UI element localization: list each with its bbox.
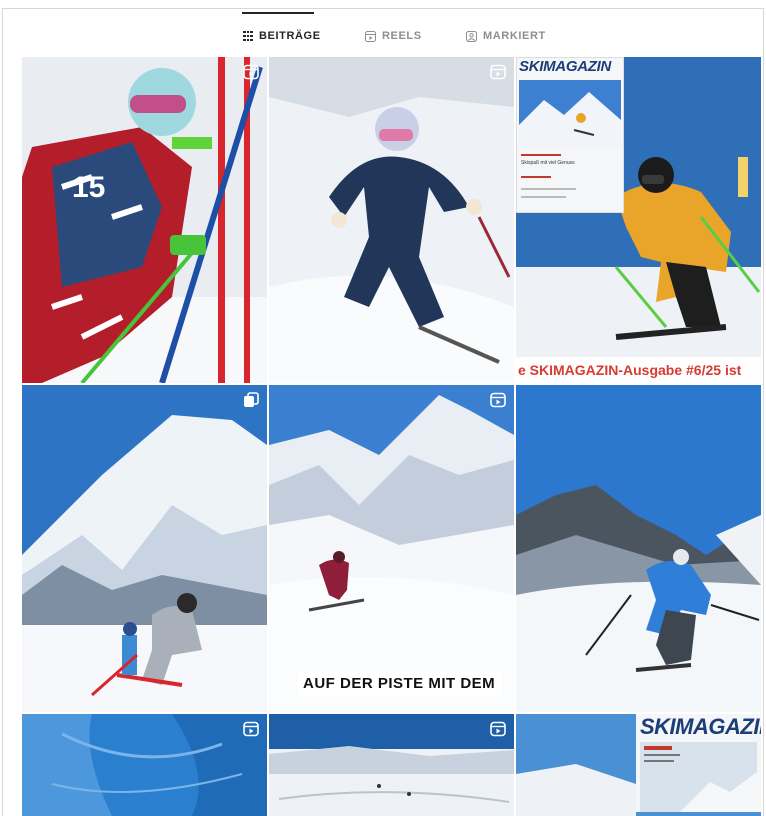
reel-badge-icon [490, 721, 506, 737]
issue-ticker: e SKIMAGAZIN-Ausgabe #6/25 ist [516, 357, 761, 383]
svg-text:15: 15 [72, 171, 105, 204]
magazine-cover-title: SKIMAGAZIN [640, 714, 761, 739]
grid-icon [243, 31, 253, 41]
tab-reels-label: REELS [382, 30, 422, 42]
active-tab-indicator [242, 12, 314, 14]
tab-posts[interactable]: BEITRÄGE [243, 24, 321, 48]
post-tile-powder-slope[interactable] [22, 714, 267, 816]
tab-tagged[interactable]: MARKIERT [466, 24, 546, 48]
post-tile-mountain-duo[interactable] [22, 385, 267, 712]
cover-text-line [521, 196, 566, 198]
carousel-badge-icon [244, 392, 259, 407]
magazine-cover: SKIMAGAZIN [636, 714, 761, 812]
cover-text-line [521, 188, 576, 190]
post-tile-slalom-racer[interactable]: 15 [22, 57, 267, 383]
reel-badge-icon [490, 392, 506, 408]
powder-slope-photo [22, 714, 267, 816]
tab-tagged-label: MARKIERT [483, 30, 546, 42]
slalom-racer-photo: 15 [22, 57, 267, 383]
post-tile-magazine-issue[interactable]: SKIMAGAZIN Skispaß mit viel Genuss e SKI… [516, 57, 761, 383]
cover-accent-line [521, 154, 561, 156]
post-tile-piste-skier[interactable]: AUF DER PISTE MIT DEM [269, 385, 514, 712]
post-tile-skier-navy[interactable] [269, 57, 514, 383]
cover-headline: Skispaß mit viel Genuss [521, 160, 575, 166]
ski-area-photo [269, 714, 514, 816]
cover-photo [640, 742, 757, 812]
reels-icon [365, 30, 376, 42]
blue-jacket-skier-photo [516, 385, 761, 712]
tagged-icon [466, 30, 477, 42]
piste-skier-photo [269, 385, 514, 712]
skier-navy-photo [269, 57, 514, 383]
cover-photo [519, 80, 621, 148]
tab-posts-label: BEITRÄGE [259, 30, 321, 42]
magazine-cover-title: SKIMAGAZIN [519, 58, 611, 75]
post-tile-blue-jacket-skier[interactable] [516, 385, 761, 712]
magazine-cover: SKIMAGAZIN Skispaß mit viel Genuss [516, 57, 624, 213]
post-tile-magazine-cover[interactable]: SKIMAGAZIN [516, 714, 761, 816]
reel-badge-icon [243, 64, 259, 80]
reel-badge-icon [243, 721, 259, 737]
reel-badge-icon [490, 64, 506, 80]
post-tile-ski-area[interactable] [269, 714, 514, 816]
tab-reels[interactable]: REELS [365, 24, 422, 48]
post-caption-overlay: AUF DER PISTE MIT DEM [297, 671, 502, 696]
posts-grid: 15 SKIMAGAZIN Skispaß mit viel Genuss e … [22, 57, 761, 816]
cover-accent-line [521, 176, 551, 178]
profile-tab-bar: BEITRÄGE REELS MARKIERT [0, 8, 766, 56]
mountain-duo-photo [22, 385, 267, 712]
